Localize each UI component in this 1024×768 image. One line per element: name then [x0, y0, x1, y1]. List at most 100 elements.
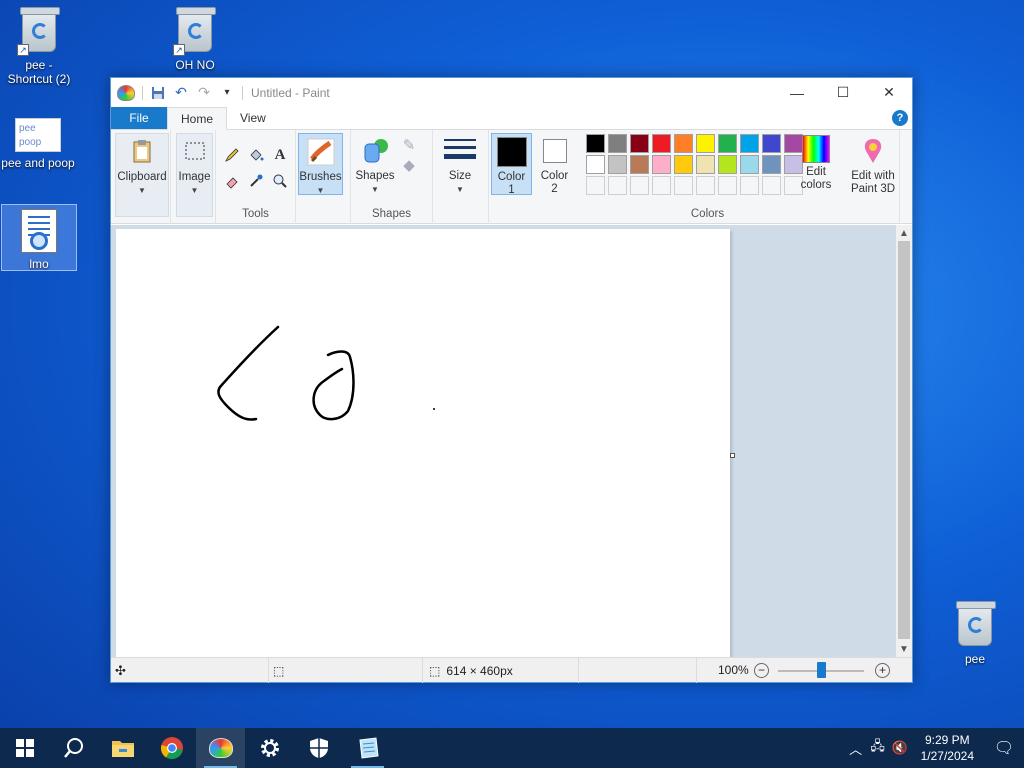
edit-with-paint3d-button[interactable]: Edit with Paint 3D: [844, 133, 902, 195]
color-swatch[interactable]: [586, 155, 605, 174]
color-swatch[interactable]: [652, 134, 671, 153]
settings-button[interactable]: [245, 728, 294, 768]
save-icon[interactable]: [150, 85, 166, 101]
file-explorer-button[interactable]: [98, 728, 147, 768]
undo-icon[interactable]: ↶: [173, 84, 189, 101]
chevron-up-icon[interactable]: ︿: [845, 739, 867, 758]
color-swatch[interactable]: [718, 155, 737, 174]
image-group: Image ▼: [171, 130, 216, 224]
maximize-button[interactable]: ☐: [820, 78, 866, 107]
zoom-out-button[interactable]: −: [754, 663, 769, 678]
magnifier-icon[interactable]: [269, 170, 291, 192]
close-button[interactable]: ✕: [866, 78, 912, 107]
color-swatch[interactable]: [652, 155, 671, 174]
color-swatch[interactable]: [630, 155, 649, 174]
notepad-button[interactable]: [343, 728, 392, 768]
minimize-button[interactable]: —: [774, 78, 820, 107]
color-swatch[interactable]: [718, 134, 737, 153]
shortcut-arrow-icon: ↗: [173, 44, 185, 56]
thumbnail-text: pee poop: [19, 123, 42, 148]
clipboard-button[interactable]: Clipboard ▼: [115, 133, 169, 217]
shapes-button-label: Shapes: [355, 170, 395, 182]
eraser-icon[interactable]: [221, 170, 243, 192]
volume-muted-icon[interactable]: 🔇: [889, 740, 911, 756]
canvas-workspace: [111, 225, 897, 657]
chrome-button[interactable]: [147, 728, 196, 768]
tab-file[interactable]: File: [111, 107, 167, 129]
tab-view[interactable]: View: [227, 107, 279, 129]
desktop-icon-pee[interactable]: pee: [937, 601, 1013, 666]
shapes-icon: [360, 136, 390, 166]
canvas-resize-handle[interactable]: [730, 453, 735, 458]
color-picker-icon[interactable]: [245, 170, 267, 192]
text-tool-icon[interactable]: A: [269, 144, 291, 166]
color-swatch[interactable]: [586, 134, 605, 153]
paint-app-icon[interactable]: [117, 84, 135, 101]
empty-cell: [579, 658, 697, 683]
clock-date: 1/27/2024: [920, 749, 974, 763]
desktop-icon-pee-and-poop[interactable]: pee poop pee and poop: [0, 112, 76, 170]
zoom-in-button[interactable]: +: [875, 663, 890, 678]
customize-qat-icon[interactable]: ▾: [219, 85, 235, 101]
chevron-down-icon: ▼: [456, 185, 464, 194]
color-swatch[interactable]: [696, 155, 715, 174]
color2-button[interactable]: Color 2: [534, 133, 575, 195]
fill-bucket-icon[interactable]: [245, 144, 267, 166]
drawing-canvas[interactable]: [116, 229, 730, 657]
help-icon[interactable]: ?: [892, 110, 908, 126]
color-swatch[interactable]: [762, 134, 781, 153]
color-swatch[interactable]: [674, 134, 693, 153]
scroll-down-icon[interactable]: ▼: [896, 641, 912, 657]
custom-color-slot[interactable]: [718, 176, 737, 195]
redo-icon[interactable]: ↷: [196, 84, 212, 101]
notifications-icon[interactable]: 🗨: [984, 738, 1024, 758]
chrome-icon: [160, 737, 183, 760]
scrollbar-thumb[interactable]: [898, 241, 910, 639]
desktop-icon-pee-shortcut-2[interactable]: ↗ pee - Shortcut (2): [1, 7, 77, 86]
custom-color-slot[interactable]: [586, 176, 605, 195]
security-button[interactable]: [294, 728, 343, 768]
custom-color-slot[interactable]: [630, 176, 649, 195]
custom-color-slot[interactable]: [674, 176, 693, 195]
desktop-icon-label: pee - Shortcut (2): [7, 58, 71, 86]
color-swatch[interactable]: [608, 134, 627, 153]
color-swatch[interactable]: [762, 155, 781, 174]
desktop-icon-label: pee and poop: [1, 156, 75, 170]
folder-icon: [111, 741, 134, 757]
edit-colors-button[interactable]: Edit colors: [795, 133, 837, 195]
desktop-icon-lmo[interactable]: lmo: [1, 204, 77, 271]
clock[interactable]: 9:29 PM 1/27/2024: [911, 732, 984, 764]
start-button[interactable]: [0, 728, 49, 768]
size-button[interactable]: Size ▼: [438, 133, 482, 195]
vertical-scrollbar[interactable]: ▲ ▼: [896, 225, 912, 657]
custom-color-slot[interactable]: [652, 176, 671, 195]
zoom-slider-thumb[interactable]: [817, 662, 826, 678]
image-button[interactable]: Image ▼: [176, 133, 213, 217]
scroll-up-icon[interactable]: ▲: [896, 225, 912, 241]
search-button[interactable]: [49, 728, 98, 768]
color1-button[interactable]: Color 1: [491, 133, 532, 196]
custom-color-slot[interactable]: [740, 176, 759, 195]
color-swatch[interactable]: [608, 155, 627, 174]
custom-color-slot[interactable]: [762, 176, 781, 195]
size-group: Size ▼: [433, 130, 489, 224]
pencil-icon[interactable]: [221, 144, 243, 166]
tab-home[interactable]: Home: [167, 107, 228, 130]
window-title: Untitled - Paint: [251, 85, 330, 100]
color-swatch[interactable]: [740, 155, 759, 174]
custom-color-slot[interactable]: [696, 176, 715, 195]
color-swatch[interactable]: [740, 134, 759, 153]
custom-color-slot[interactable]: [608, 176, 627, 195]
color-swatch[interactable]: [630, 134, 649, 153]
outline-icon[interactable]: ✎: [398, 134, 420, 156]
brushes-button[interactable]: Brushes ▼: [298, 133, 343, 195]
color-swatch[interactable]: [674, 155, 693, 174]
recycle-bin-icon: [956, 601, 996, 646]
network-icon[interactable]: 🖧: [867, 737, 889, 759]
color-swatch[interactable]: [696, 134, 715, 153]
desktop-icon-oh-no[interactable]: ↗ OH NO: [157, 7, 233, 72]
shapes-button[interactable]: Shapes ▼: [355, 133, 395, 195]
paint-taskbar-button[interactable]: [196, 728, 245, 768]
status-bar: ✣ ⬚ ⬚ 614 × 460px 100% − +: [111, 657, 912, 683]
fill-icon[interactable]: ◆: [398, 154, 420, 176]
